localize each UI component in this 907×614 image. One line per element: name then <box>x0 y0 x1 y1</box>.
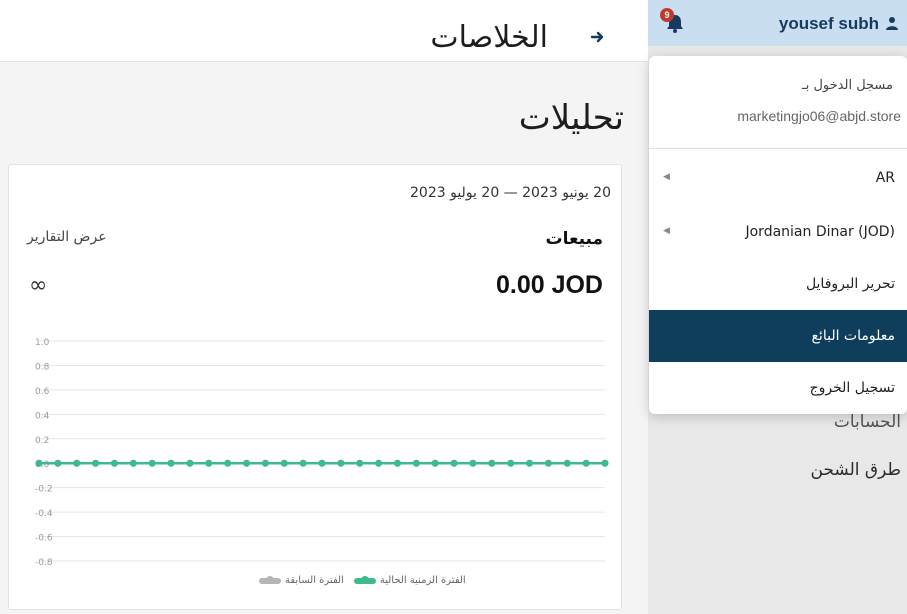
data-point[interactable] <box>337 459 345 467</box>
data-point[interactable] <box>205 459 213 467</box>
data-point[interactable] <box>488 459 496 467</box>
y-tick-label: 0.2 <box>35 436 49 446</box>
data-point[interactable] <box>450 459 458 467</box>
user-bar[interactable]: 9 yousef subh <box>648 0 907 46</box>
divider <box>649 148 907 149</box>
y-tick-label: -0.6 <box>35 534 53 544</box>
data-point[interactable] <box>73 459 81 467</box>
menu-item-logout[interactable]: تسجيل الخروج <box>649 362 907 414</box>
data-point[interactable] <box>186 459 194 467</box>
data-point[interactable] <box>280 459 288 467</box>
y-tick-label: 1.0 <box>35 338 50 348</box>
y-tick-label: 0.6 <box>35 387 50 397</box>
top-bar: الخلاصات <box>0 0 648 62</box>
chart-legend: الفترة الزمنية الحالية الفترة السابقة <box>259 575 466 586</box>
date-range[interactable]: 20 يونيو 2023 — 20 يوليو 2023 <box>410 185 611 201</box>
data-point[interactable] <box>375 459 383 467</box>
y-tick-label: 0.4 <box>35 411 50 421</box>
arrow-right-icon[interactable] <box>586 26 608 48</box>
notifications-button[interactable]: 9 <box>660 8 690 38</box>
data-point[interactable] <box>167 459 175 467</box>
data-point[interactable] <box>299 459 307 467</box>
sidebar-item-accounts[interactable]: الحسابات <box>834 412 901 432</box>
data-point[interactable] <box>35 459 43 467</box>
data-point[interactable] <box>563 459 571 467</box>
data-point[interactable] <box>393 459 401 467</box>
y-tick-label: -0.4 <box>35 509 53 519</box>
data-point[interactable] <box>469 459 477 467</box>
data-point[interactable] <box>356 459 364 467</box>
sales-line-chart: 1.00.80.60.40.20.0-0.2-0.4-0.6-0.8 <box>35 338 609 568</box>
notification-badge: 9 <box>660 8 674 22</box>
data-point[interactable] <box>224 459 232 467</box>
sidebar-item-shipping-methods[interactable]: طرق الشحن <box>811 460 902 480</box>
data-point[interactable] <box>261 459 269 467</box>
logged-in-as-label: مسجل الدخول بـ <box>801 78 893 93</box>
menu-item-label: تسجيل الخروج <box>809 380 895 396</box>
menu-item-label: تحرير البروفايل <box>805 276 895 292</box>
menu-item-currency[interactable]: ◀ Jordanian Dinar (JOD) <box>649 206 907 258</box>
main-content: الخلاصات تحليلات 20 يونيو 2023 — 20 يولي… <box>0 0 648 614</box>
user-email: marketingjo06@abjd.store <box>737 108 901 124</box>
legend-label-current: الفترة الزمنية الحالية <box>379 575 466 586</box>
user-dropdown-menu: مسجل الدخول بـ marketingjo06@abjd.store … <box>649 56 907 414</box>
data-point[interactable] <box>582 459 590 467</box>
menu-item-label: Jordanian Dinar (JOD) <box>745 224 895 240</box>
legend-swatch-previous <box>259 575 281 584</box>
data-point[interactable] <box>601 459 609 467</box>
data-point[interactable] <box>129 459 137 467</box>
y-tick-label: -0.2 <box>35 485 53 495</box>
analytics-card: 20 يونيو 2023 — 20 يوليو 2023 مبيعات عرض… <box>8 164 622 610</box>
menu-item-language[interactable]: ◀ AR <box>649 152 907 204</box>
legend-swatch-current <box>353 575 376 584</box>
caret-left-icon: ◀ <box>663 172 670 182</box>
legend-label-previous: الفترة السابقة <box>285 575 344 586</box>
data-point[interactable] <box>92 459 100 467</box>
view-reports-link[interactable]: عرض التقارير <box>27 229 107 245</box>
data-point[interactable] <box>431 459 439 467</box>
caret-left-icon: ◀ <box>663 226 670 236</box>
data-point[interactable] <box>243 459 251 467</box>
data-point[interactable] <box>412 459 420 467</box>
data-point[interactable] <box>110 459 118 467</box>
data-point[interactable] <box>526 459 534 467</box>
user-name[interactable]: yousef subh <box>779 14 879 34</box>
data-point[interactable] <box>318 459 326 467</box>
data-point[interactable] <box>544 459 552 467</box>
user-icon <box>886 17 898 30</box>
sales-value: 0.00 JOD <box>495 271 603 299</box>
data-point[interactable] <box>54 459 62 467</box>
page-title: الخلاصات <box>430 20 548 55</box>
menu-item-edit-profile[interactable]: تحرير البروفايل <box>649 258 907 310</box>
legend-item-current[interactable]: الفترة الزمنية الحالية <box>353 575 466 586</box>
data-point[interactable] <box>148 459 156 467</box>
menu-item-seller-info[interactable]: معلومات البائع <box>649 310 907 362</box>
data-point[interactable] <box>507 459 515 467</box>
menu-item-label: AR <box>875 170 895 186</box>
y-tick-label: -0.8 <box>35 558 53 568</box>
legend-item-previous[interactable]: الفترة السابقة <box>259 575 344 586</box>
menu-item-label: معلومات البائع <box>811 328 895 344</box>
sales-label: مبيعات <box>545 229 603 249</box>
section-title: تحليلات <box>518 98 624 138</box>
percent-change: ∞ <box>29 273 48 298</box>
y-tick-label: 0.8 <box>35 362 50 372</box>
